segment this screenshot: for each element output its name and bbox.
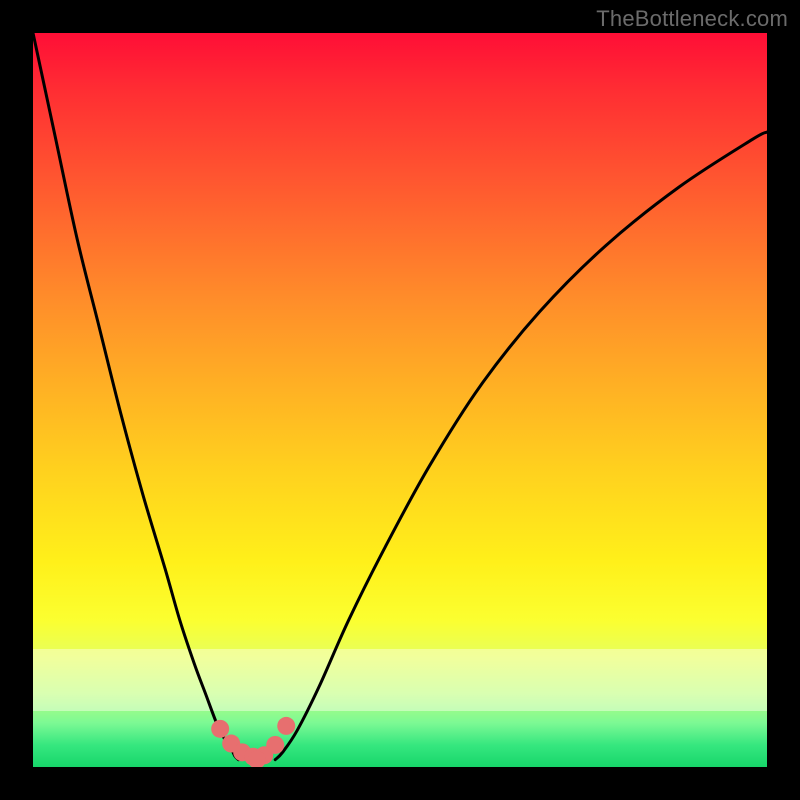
- chart-frame: TheBottleneck.com: [0, 0, 800, 800]
- marker-cluster: [211, 717, 295, 767]
- marker-dot: [266, 736, 284, 754]
- watermark-text: TheBottleneck.com: [596, 6, 788, 32]
- chart-overlay: [33, 33, 767, 767]
- curve-right-branch: [275, 132, 767, 760]
- marker-dot: [277, 717, 295, 735]
- curve-left-branch: [33, 33, 239, 760]
- marker-dot: [211, 720, 229, 738]
- plot-area: [33, 33, 767, 767]
